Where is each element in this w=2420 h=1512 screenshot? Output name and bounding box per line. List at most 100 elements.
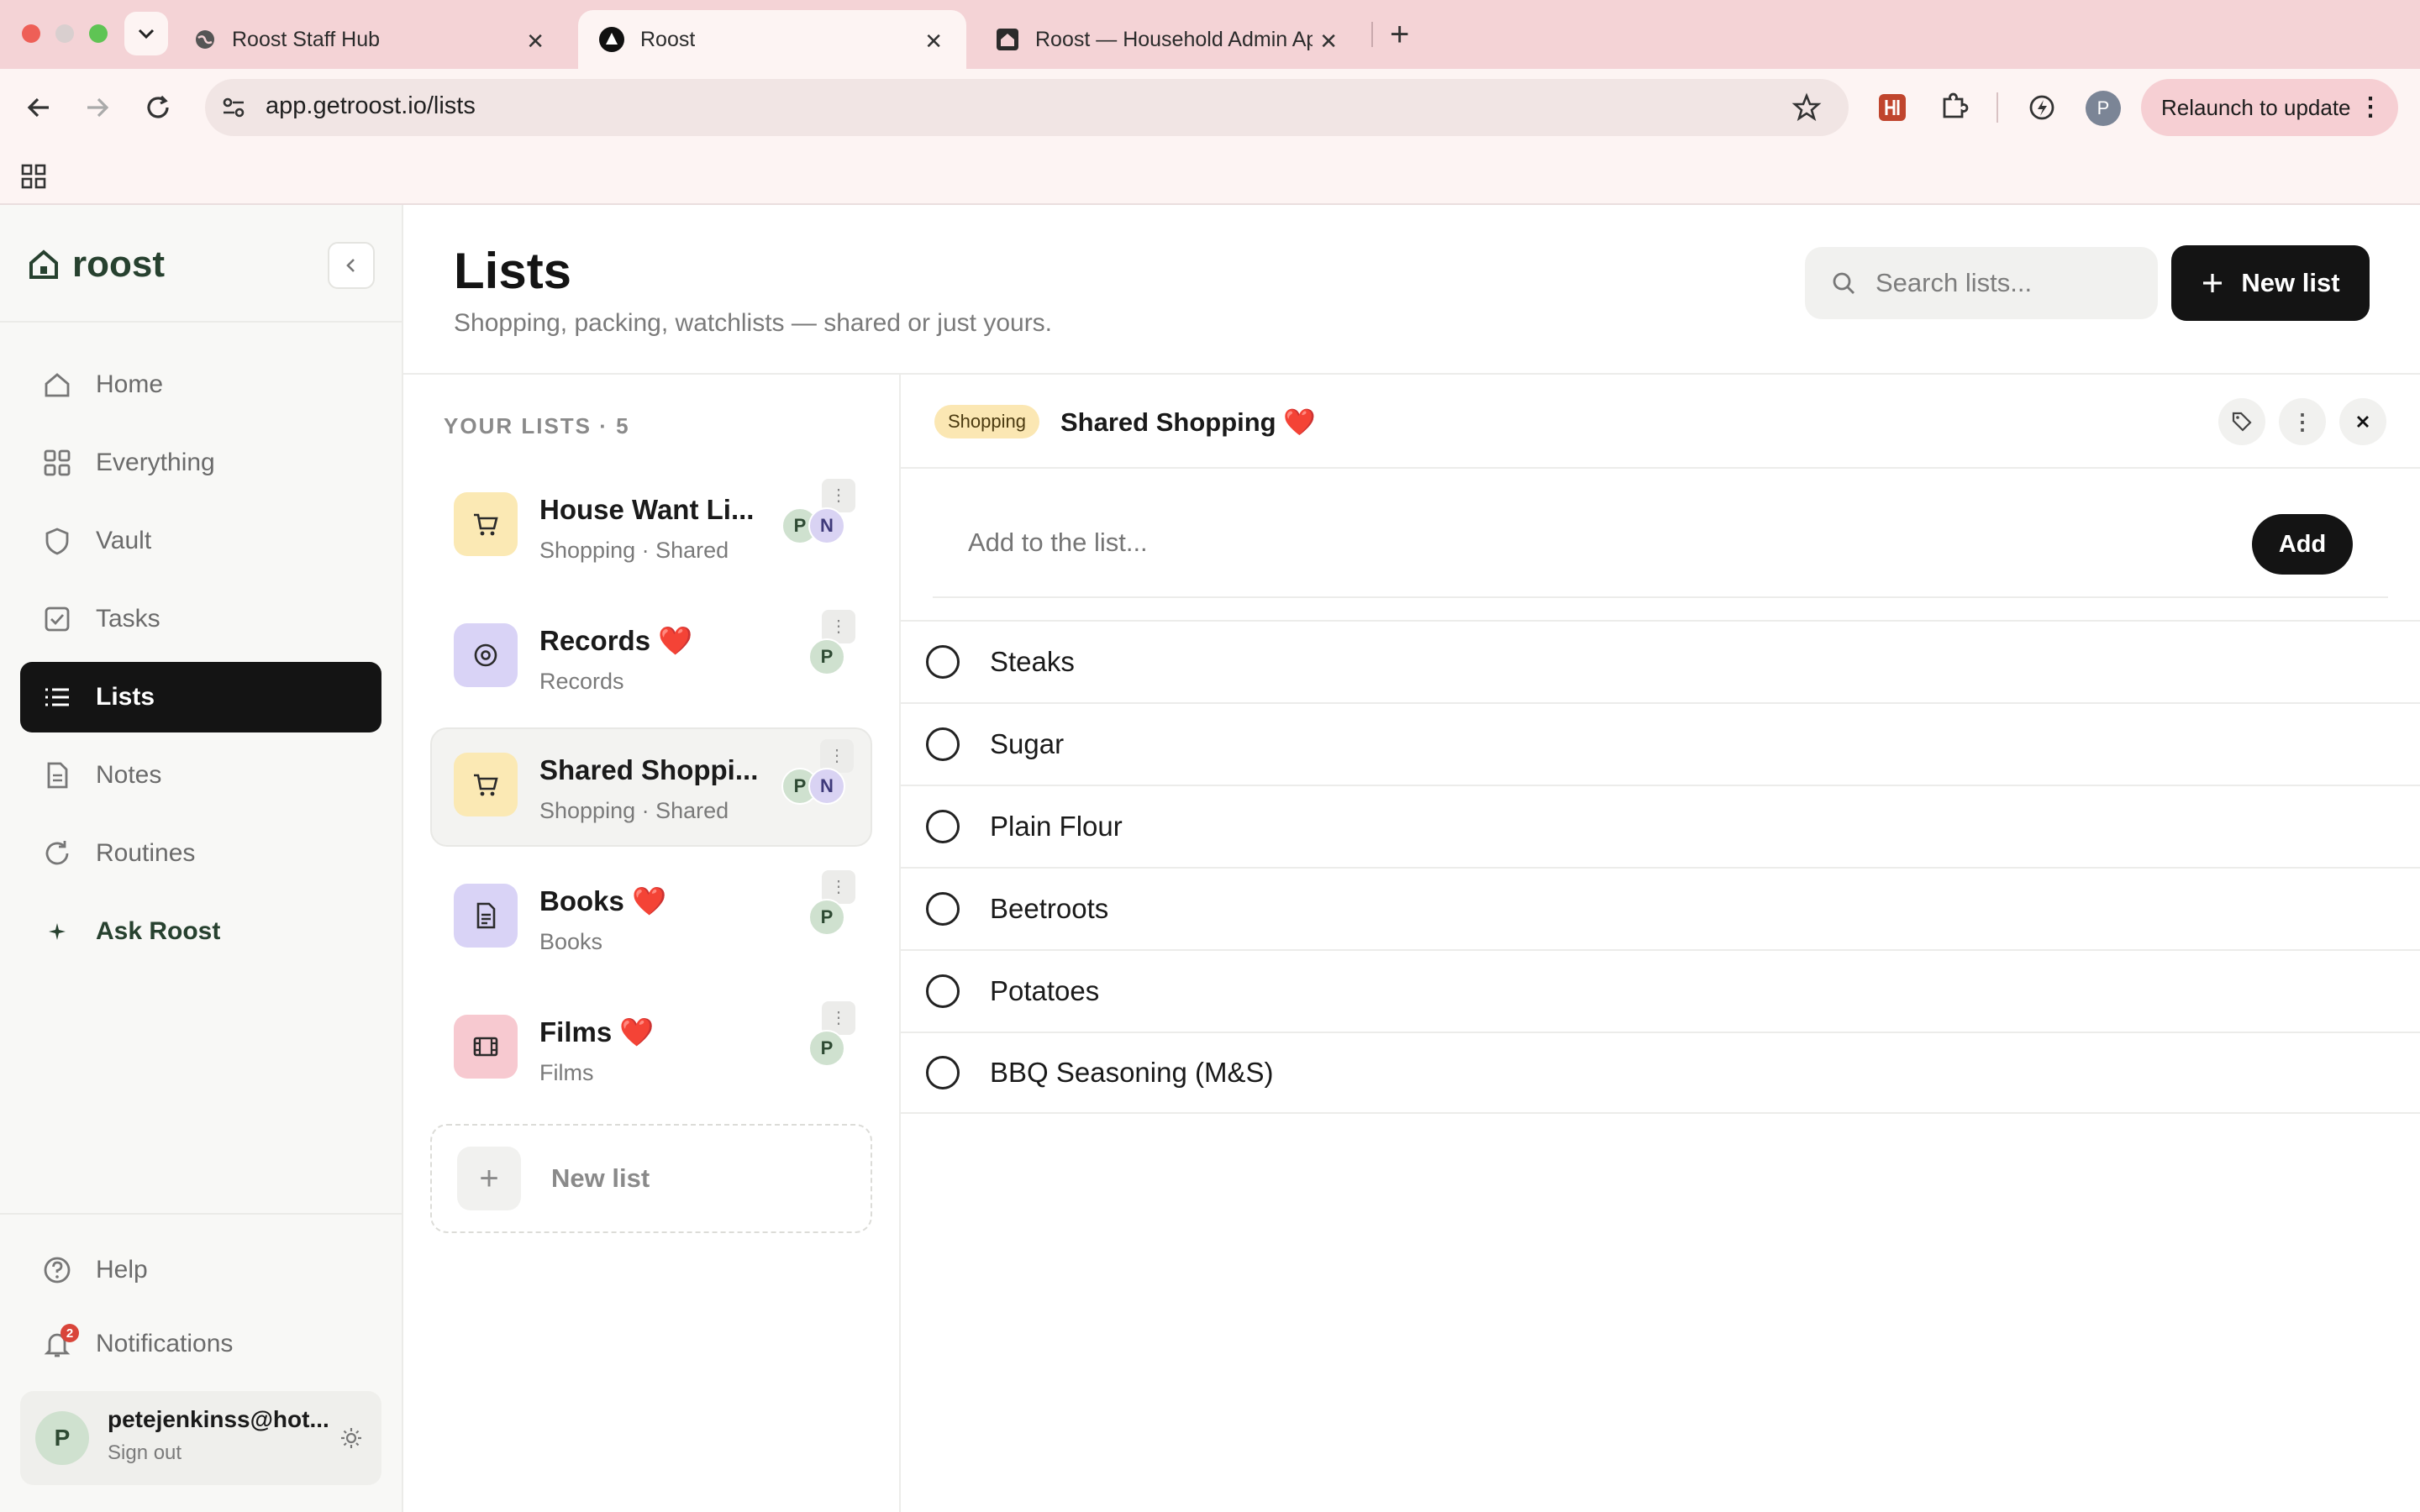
user-card[interactable]: P petejenkinss@hot... Sign out — [20, 1391, 381, 1485]
close-tab-icon[interactable]: ✕ — [924, 29, 943, 55]
item-checkbox[interactable] — [926, 974, 960, 1008]
performance-icon[interactable] — [2027, 92, 2057, 123]
list-card-films[interactable]: Films ❤️ Films ⋮ P — [430, 990, 872, 1109]
extension-icon[interactable] — [1877, 92, 1907, 123]
forward-icon[interactable] — [82, 92, 113, 123]
list-card-records[interactable]: Records ❤️ Records ⋮ P — [430, 598, 872, 717]
house-logo-icon — [29, 249, 58, 279]
list-meta: Shopping · Shared — [539, 538, 729, 563]
notification-badge: 2 — [60, 1324, 79, 1342]
apps-grid-icon[interactable] — [20, 163, 47, 190]
item-checkbox[interactable] — [926, 892, 960, 926]
cart-icon — [454, 753, 518, 816]
relaunch-button[interactable]: Relaunch to update ⋮ — [2141, 79, 2398, 136]
sidebar-item-ask-roost[interactable]: Ask Roost — [20, 896, 381, 967]
collapse-sidebar-button[interactable] — [328, 242, 375, 289]
tab-household-admin[interactable]: Roost — Household Admin Ap ✕ — [975, 10, 1361, 69]
list-item[interactable]: Plain Flour — [901, 785, 2420, 867]
sidebar-item-vault[interactable]: Vault — [20, 506, 381, 576]
list-item[interactable]: BBQ Seasoning (M&S) — [901, 1032, 2420, 1114]
item-checkbox[interactable] — [926, 810, 960, 843]
close-detail-button[interactable] — [2339, 398, 2386, 445]
tab-strip: Roost Staff Hub ✕ Roost ✕ Roost — Househ… — [0, 0, 2420, 69]
list-item[interactable]: Potatoes — [901, 949, 2420, 1032]
sidebar-item-notes[interactable]: Notes — [20, 740, 381, 811]
list-meta: Records — [539, 669, 624, 694]
sidebar-item-routines[interactable]: Routines — [20, 818, 381, 889]
user-email: petejenkinss@hot... — [108, 1406, 329, 1432]
sidebar-divider — [0, 321, 403, 323]
toolbar-divider — [1996, 92, 1998, 123]
sidebar-item-notifications[interactable]: 2 Notifications — [20, 1309, 381, 1379]
tag-button[interactable] — [2218, 398, 2265, 445]
add-item-input[interactable] — [968, 528, 2144, 558]
sidebar-item-tasks[interactable]: Tasks — [20, 584, 381, 654]
member-avatar: P — [808, 638, 845, 675]
list-card-shared-shopping[interactable]: Shared Shoppi... Shopping · Shared ⋮ P N — [430, 727, 872, 847]
list-meta: Books — [539, 929, 603, 954]
page-title: Lists — [454, 243, 572, 299]
item-checkbox[interactable] — [926, 645, 960, 679]
sidebar-item-everything[interactable]: Everything — [20, 428, 381, 498]
tab-roost-staff-hub[interactable]: Roost Staff Hub ✕ — [173, 10, 568, 69]
detail-title: Shared Shopping ❤️ — [1060, 407, 1316, 437]
back-icon[interactable] — [24, 92, 54, 123]
search-icon — [1833, 272, 1854, 294]
close-tab-icon[interactable]: ✕ — [1319, 29, 1338, 55]
plus-icon: + — [457, 1147, 521, 1210]
checkbox-icon — [45, 606, 70, 632]
page-subtitle: Shopping, packing, watchlists — shared o… — [454, 309, 1053, 337]
globe-icon — [196, 30, 214, 49]
chevron-down-icon — [138, 29, 155, 39]
puzzle-icon[interactable] — [1938, 91, 1970, 123]
tab-search-button[interactable] — [124, 12, 168, 55]
search-placeholder: Search lists... — [1876, 268, 2033, 297]
close-window-button[interactable] — [22, 24, 40, 43]
help-icon — [44, 1257, 71, 1284]
list-item[interactable]: Beetroots — [901, 867, 2420, 949]
profile-avatar[interactable]: P — [2086, 91, 2121, 126]
close-tab-icon[interactable]: ✕ — [526, 29, 544, 55]
house-favicon-icon — [997, 29, 1018, 50]
sidebar-divider — [0, 1213, 403, 1215]
close-icon — [2357, 416, 2369, 428]
new-list-card[interactable]: + New list — [430, 1124, 872, 1233]
list-icon — [45, 688, 69, 706]
sidebar-item-home[interactable]: Home — [20, 349, 381, 420]
record-icon — [454, 623, 518, 687]
sign-out-link[interactable]: Sign out — [108, 1441, 182, 1465]
reload-icon[interactable] — [143, 92, 173, 123]
more-options-icon[interactable]: ⋮ — [2279, 398, 2326, 445]
search-input[interactable]: Search lists... — [1805, 247, 2158, 319]
list-name: Records ❤️ — [539, 625, 693, 656]
list-item[interactable]: Sugar — [901, 702, 2420, 785]
item-checkbox[interactable] — [926, 1056, 960, 1089]
note-icon — [47, 762, 68, 789]
maximize-window-button[interactable] — [89, 24, 108, 43]
add-item-button[interactable]: Add — [2252, 514, 2353, 575]
list-name: House Want Li... — [539, 494, 755, 525]
detail-divider — [901, 467, 2420, 469]
member-avatar: P — [808, 899, 845, 936]
grid-icon — [44, 449, 71, 476]
sidebar-item-help[interactable]: Help — [20, 1235, 381, 1305]
theme-sun-icon[interactable] — [339, 1426, 363, 1450]
roost-logo-icon — [599, 27, 624, 52]
list-meta: Films — [539, 1060, 594, 1085]
tab-roost[interactable]: Roost ✕ — [578, 10, 966, 69]
member-avatar: N — [808, 768, 845, 805]
list-card-house-want-list[interactable]: House Want Li... Shopping · Shared ⋮ P N — [430, 467, 872, 586]
list-item[interactable]: Steaks — [901, 620, 2420, 702]
document-icon — [454, 884, 518, 948]
brand[interactable]: roost — [27, 244, 165, 286]
list-name: Shared Shoppi... — [539, 754, 759, 785]
refresh-icon — [45, 841, 69, 865]
chevron-left-icon — [346, 259, 355, 272]
minimize-window-button[interactable] — [55, 24, 74, 43]
sidebar-item-lists[interactable]: Lists — [20, 662, 381, 732]
new-list-button[interactable]: New list — [2171, 245, 2370, 321]
item-checkbox[interactable] — [926, 727, 960, 761]
list-card-books[interactable]: Books ❤️ Books ⋮ P — [430, 858, 872, 978]
new-tab-button[interactable]: + — [1390, 15, 1409, 54]
bookmark-star-icon[interactable] — [1791, 92, 1822, 123]
